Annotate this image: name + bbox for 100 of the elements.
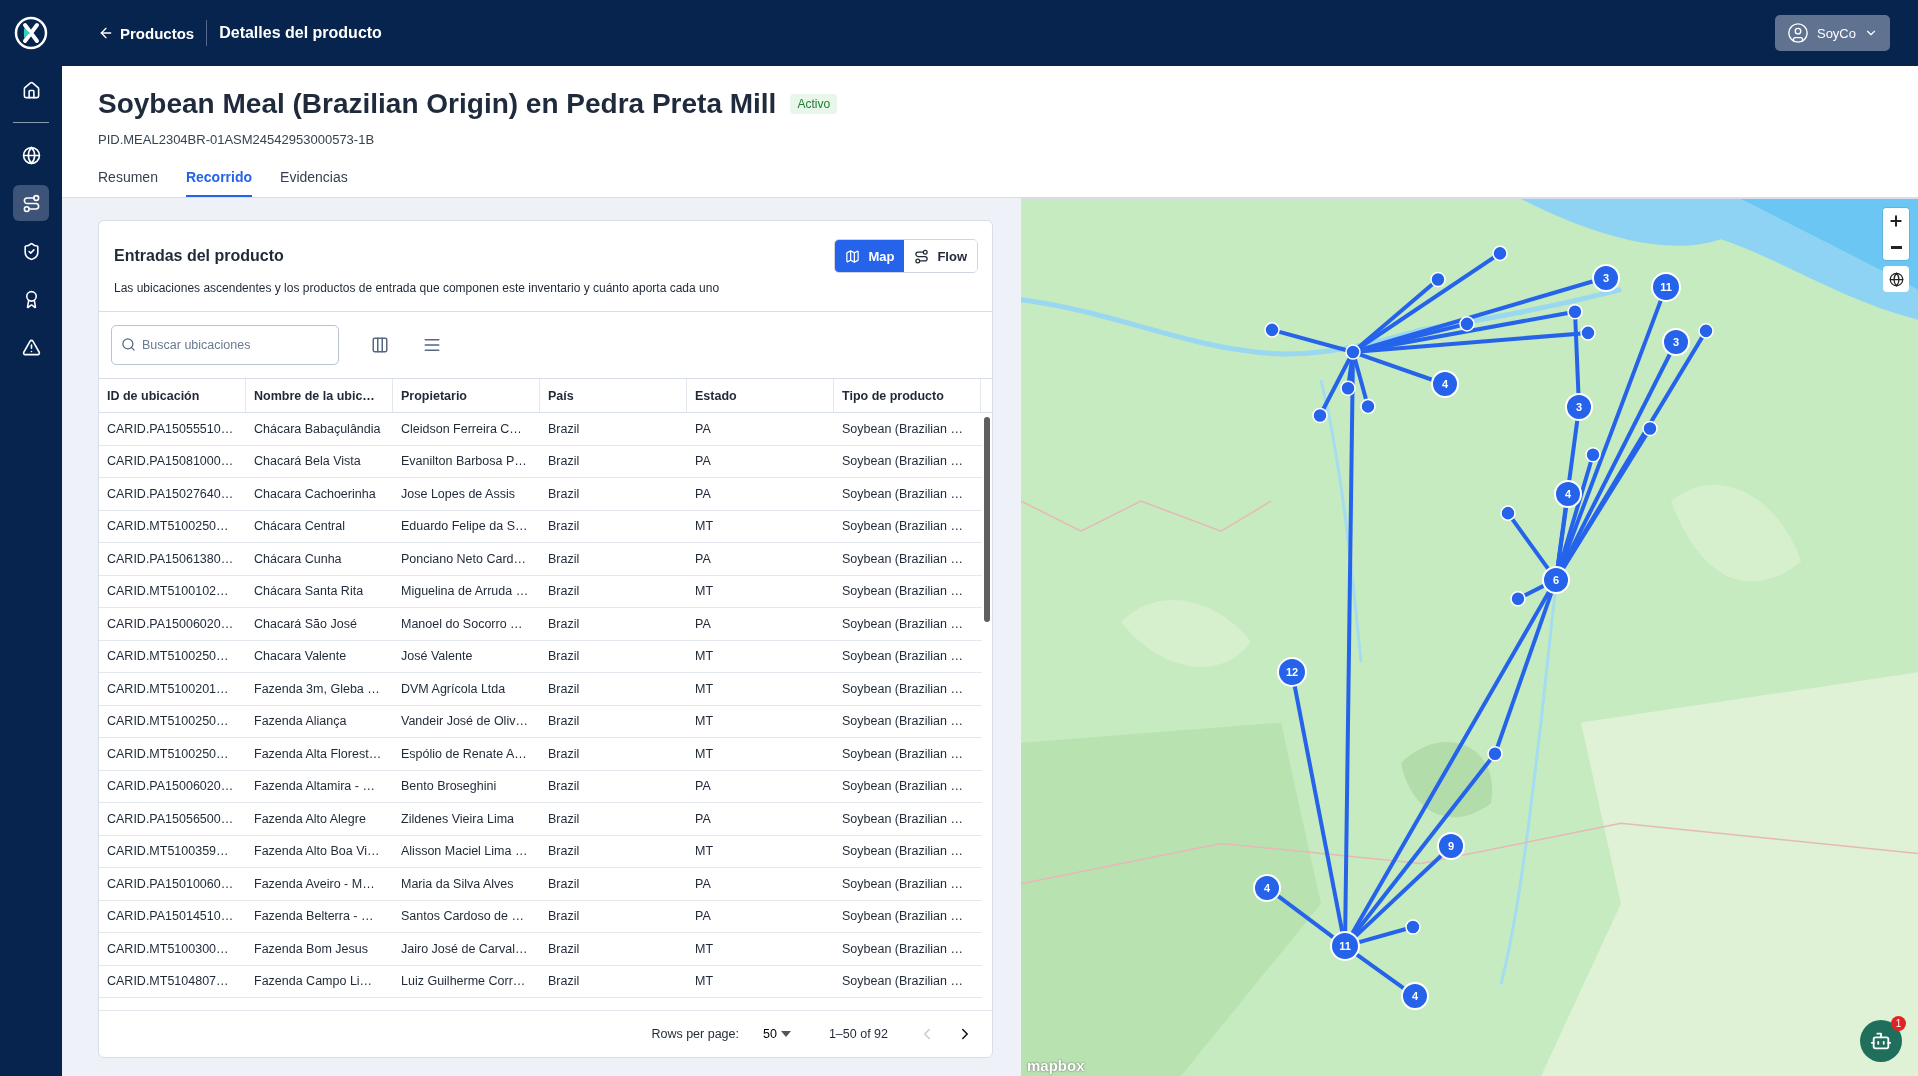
table-cell-text: CARID.MT5100250…	[106, 745, 230, 763]
table-cell-text: Brazil	[547, 485, 581, 503]
warning-icon	[21, 337, 41, 357]
table-cell-text: Soybean (Brazilian …	[841, 745, 964, 763]
table-cell-text: Chácara Santa Rita	[253, 583, 365, 601]
table-cell-text: Zildenes Vieira Lima	[400, 810, 516, 828]
table-cell-text: Brazil	[547, 615, 581, 633]
sidebar-item[interactable]	[13, 185, 49, 221]
table-cell-text: CARID.PA15027640…	[106, 485, 235, 503]
page-range: 1–50 of 92	[828, 1027, 888, 1041]
table-cell-text: Bento Broseghini	[400, 778, 498, 796]
globe-button[interactable]	[1883, 266, 1909, 292]
table-cell-text: CARID.PA15014510…	[106, 908, 235, 926]
column-header[interactable]: ID de ubicación	[99, 379, 246, 412]
table-cell-text: CARID.MT5100359…	[106, 843, 230, 861]
table-cell-text: Soybean (Brazilian …	[841, 420, 964, 438]
table-cell-text: Chácara Cunha	[253, 550, 343, 568]
scrollbar[interactable]	[984, 417, 990, 622]
table-cell-text: Chácara Central	[253, 518, 346, 536]
table-cell-text: Brazil	[547, 713, 581, 731]
tab[interactable]: Resumen	[98, 169, 158, 197]
tab[interactable]: Evidencias	[280, 169, 348, 197]
table-cell-text: Brazil	[547, 843, 581, 861]
density-icon	[423, 336, 441, 354]
table-cell-text: PA	[694, 875, 712, 893]
logo	[14, 16, 48, 50]
table-cell-text: Fazenda Aliança	[253, 713, 348, 731]
table-cell-text: Brazil	[547, 550, 581, 568]
table-cell-text: Soybean (Brazilian …	[841, 973, 964, 991]
status-badge: Activo	[790, 94, 838, 114]
column-header[interactable]: Nombre de la ubic…	[246, 379, 393, 412]
table-cell-text: CARID.PA15056500…	[106, 810, 235, 828]
table-cell-text: Soybean (Brazilian …	[841, 713, 964, 731]
table-cell-text: MT	[694, 518, 715, 536]
search-field[interactable]: Buscar ubicaciones	[111, 325, 339, 365]
account-menu[interactable]: SoyCo	[1774, 15, 1890, 51]
column-header[interactable]: Tipo de producto	[834, 379, 981, 412]
table-cell-text: PA	[694, 485, 712, 503]
globe-icon	[1888, 271, 1904, 287]
table-cell-text: Fazenda Alto Alegre	[253, 810, 367, 828]
card-description: Las ubicaciones ascendentes y los productos de entrada que componen este inventario y cuánto aporta cada uno	[114, 281, 721, 295]
table-cell-text: MT	[694, 713, 715, 731]
column-header[interactable]: País	[540, 379, 687, 412]
table-cell-text: Fazenda 3m, Gleba …	[253, 680, 381, 698]
home-icon	[21, 80, 41, 100]
minus-icon	[1890, 245, 1902, 249]
table-cell-text: José Valente	[400, 648, 474, 666]
table-cell-text: Jairo José de Carval…	[400, 940, 529, 958]
search-icon	[121, 337, 136, 352]
table-cell-text: MT	[694, 745, 715, 763]
table-cell-text: PA	[694, 420, 712, 438]
table-cell-text: Brazil	[547, 453, 581, 471]
globe-icon	[21, 145, 41, 165]
table-cell-text: Espólio de Renate A…	[400, 745, 528, 763]
rows-per-page-select[interactable]: 50	[757, 1026, 797, 1042]
table-cell-text: MT	[694, 680, 715, 698]
table-cell-text: Brazil	[547, 875, 581, 893]
table-cell-text: Manoel do Socorro …	[400, 615, 524, 633]
table-cell-text: Soybean (Brazilian …	[841, 875, 964, 893]
table-cell-text: MT	[694, 648, 715, 666]
table-cell-text: Soybean (Brazilian …	[841, 680, 964, 698]
map-icon	[845, 248, 861, 264]
shield-check-icon	[21, 241, 41, 261]
table-cell-text: MT	[694, 843, 715, 861]
table-cell-text: Soybean (Brazilian …	[841, 453, 964, 471]
table-cell-text: Maria da Silva Alves	[400, 875, 515, 893]
table-cell-text: Miguelina de Arruda …	[400, 583, 530, 601]
table-cell-text: Chacará Bela Vista	[253, 453, 362, 471]
table-cell-text: Chacará São José	[253, 615, 358, 633]
table-cell-text: CARID.PA15006020…	[106, 778, 235, 796]
table-cell-text: CARID.PA15061380…	[106, 550, 235, 568]
column-header[interactable]: Propietario	[393, 379, 540, 412]
table-cell-text: Chacara Cachoerinha	[253, 485, 377, 503]
view-toggle-button[interactable]: Map	[835, 240, 905, 272]
caret-icon	[780, 1031, 791, 1037]
table-cell-text: PA	[694, 550, 712, 568]
columns-icon	[371, 336, 389, 354]
page-title: Detalles del producto	[219, 24, 382, 42]
table-cell-text: Soybean (Brazilian …	[841, 485, 964, 503]
table-cell-text: Brazil	[547, 940, 581, 958]
table-cell-text: CARID.MT5100250…	[106, 518, 230, 536]
table-cell-text: Brazil	[547, 810, 581, 828]
user-icon	[1786, 22, 1809, 44]
back-link[interactable]: Productos	[98, 24, 195, 42]
table-cell-text: Fazenda Belterra - …	[253, 908, 375, 926]
table-cell-text: CARID.MT5100250…	[106, 648, 230, 666]
table-cell-text: Brazil	[547, 583, 581, 601]
table-cell-text: DVM Agrícola Ltda	[400, 680, 507, 698]
table-cell-text: CARID.PA15081000…	[106, 453, 235, 471]
table-cell-text: CARID.PA15055510…	[106, 420, 235, 438]
table-cell-text: Brazil	[547, 518, 581, 536]
table-cell-text: Fazenda Bom Jesus	[253, 940, 369, 958]
table-cell-text: Fazenda Campo Li…	[253, 973, 374, 991]
table-cell-text: PA	[694, 908, 712, 926]
column-header[interactable]: Estado	[687, 379, 834, 412]
table-cell-text: Eduardo Felipe da S…	[400, 518, 529, 536]
route-icon	[21, 193, 41, 213]
table-cell-text: Santos Cardoso de …	[400, 908, 525, 926]
table-cell-text: Alisson Maciel Lima …	[400, 843, 529, 861]
table-cell-text: PA	[694, 615, 712, 633]
